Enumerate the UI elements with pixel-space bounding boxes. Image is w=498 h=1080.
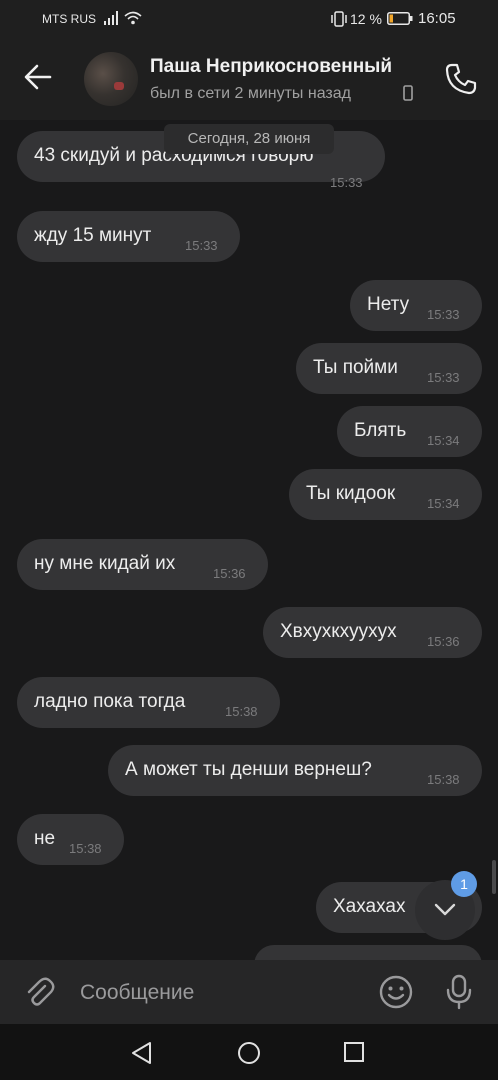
vibrate-icon xyxy=(331,11,347,27)
avatar[interactable] xyxy=(84,52,138,106)
contact-status: был в сети 2 минуты назад xyxy=(150,85,351,102)
message-time: 15:34 xyxy=(427,433,460,448)
contact-name[interactable]: Паша Неприкосновенный xyxy=(150,56,392,78)
back-arrow-icon[interactable] xyxy=(24,64,52,90)
nav-back-icon[interactable] xyxy=(130,1041,154,1065)
message-composer xyxy=(0,960,498,1024)
attach-icon[interactable] xyxy=(24,976,56,1008)
wifi-icon xyxy=(124,11,142,25)
message-text: ладно пока тогда xyxy=(34,691,186,712)
message-time: 15:33 xyxy=(185,238,218,253)
message-text: А может ты денши вернеш? xyxy=(125,759,372,780)
battery-icon xyxy=(387,12,413,25)
message-text: Ты пойми xyxy=(313,357,398,378)
unread-count-badge: 1 xyxy=(451,871,477,897)
message-time: 15:33 xyxy=(427,307,460,322)
call-icon[interactable] xyxy=(444,62,478,96)
emoji-icon[interactable] xyxy=(378,974,414,1010)
date-separator: Сегодня, 28 июня xyxy=(164,124,334,154)
message-bubble-outgoing[interactable]: А может ты денши вернеш? 15:38 xyxy=(108,745,482,796)
message-input[interactable] xyxy=(78,973,362,1013)
clock: 16:05 xyxy=(418,10,456,27)
mic-icon[interactable] xyxy=(445,974,473,1010)
message-text: жду 15 минут xyxy=(34,225,152,246)
nav-recent-icon[interactable] xyxy=(343,1041,365,1063)
message-bubble-outgoing[interactable]: Блять 15:34 xyxy=(337,406,482,457)
signal-icon xyxy=(104,11,118,25)
nav-home-icon[interactable] xyxy=(237,1041,261,1065)
message-text: Хвхухкхуухух xyxy=(280,621,397,642)
message-time: 15:36 xyxy=(213,566,246,581)
message-time: 15:38 xyxy=(225,704,258,719)
message-time: 15:33 xyxy=(330,175,363,190)
message-text: Ты кидоок xyxy=(306,483,396,504)
message-text: ну мне кидай их xyxy=(34,553,176,574)
message-bubble-incoming[interactable]: не 15:38 xyxy=(17,814,124,865)
system-nav-bar xyxy=(0,1024,498,1080)
carrier-label: MTS RUS xyxy=(42,12,96,26)
message-text: Хахахах xyxy=(333,896,406,917)
message-time: 15:33 xyxy=(427,370,460,385)
message-time: 15:38 xyxy=(427,772,460,787)
message-bubble-outgoing[interactable]: Хвхухкхуухух 15:36 xyxy=(263,607,482,658)
message-bubble-outgoing[interactable]: Ты кидоок 15:34 xyxy=(289,469,482,520)
scrollbar-handle[interactable] xyxy=(492,860,496,894)
chevron-down-icon xyxy=(434,903,456,916)
message-bubble-incoming[interactable]: ладно пока тогда 15:38 xyxy=(17,677,280,728)
message-bubble-incoming[interactable]: жду 15 минут 15:33 xyxy=(17,211,240,262)
message-text: Нету xyxy=(367,294,410,315)
status-bar: MTS RUS 12 % 16:05 xyxy=(0,0,498,38)
message-text: не xyxy=(34,828,56,849)
message-text: Блять xyxy=(354,420,407,441)
message-time: 15:36 xyxy=(427,634,460,649)
message-bubble-outgoing[interactable]: Нету 15:33 xyxy=(350,280,482,331)
phone-small-icon xyxy=(403,85,413,101)
message-bubble-incoming[interactable]: ну мне кидай их 15:36 xyxy=(17,539,268,590)
battery-percent: 12 % xyxy=(350,11,382,27)
chat-header: Паша Неприкосновенный был в сети 2 минут… xyxy=(0,38,498,120)
message-time: 15:34 xyxy=(427,496,460,511)
message-time: 15:38 xyxy=(69,841,102,856)
message-bubble-outgoing[interactable]: Ты пойми 15:33 xyxy=(296,343,482,394)
